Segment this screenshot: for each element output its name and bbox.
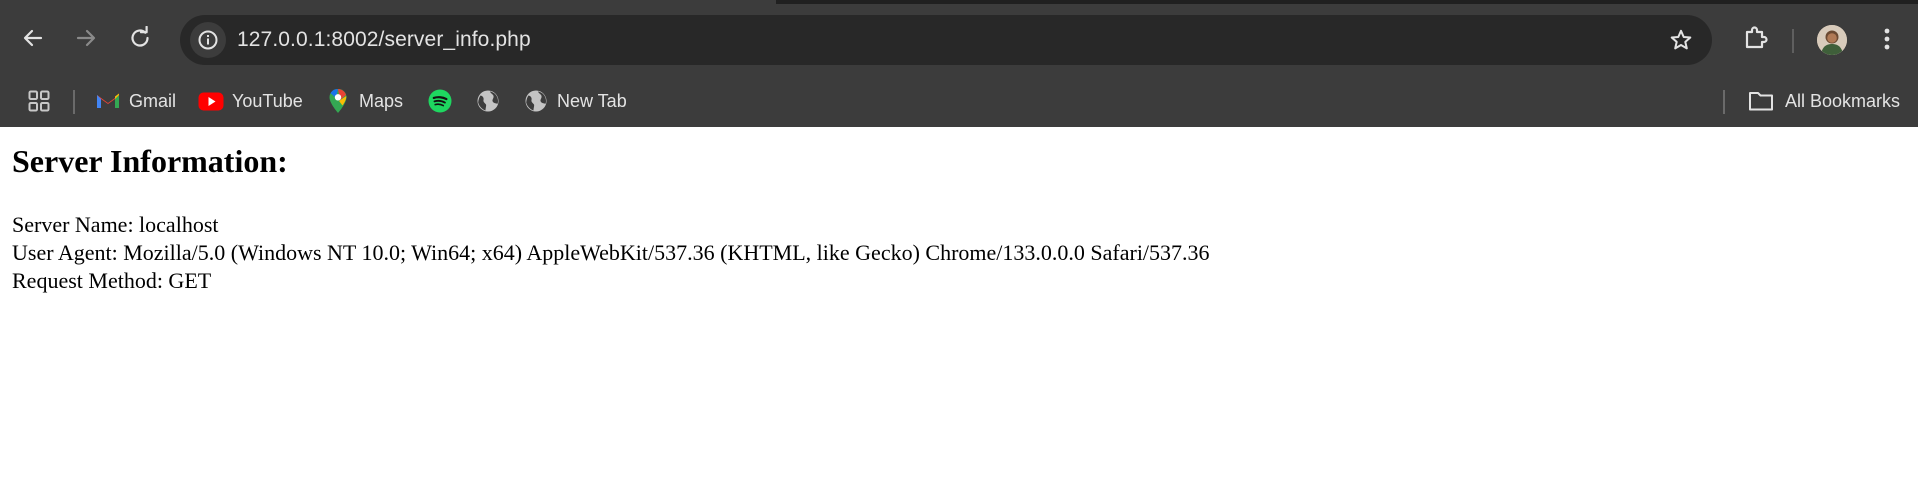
page-content: Server Information: Server Name: localho… — [0, 127, 1918, 498]
info-icon — [198, 30, 218, 50]
more-vert-icon — [1884, 28, 1890, 50]
page-title: Server Information: — [12, 143, 288, 179]
youtube-icon — [198, 88, 224, 114]
profile-avatar[interactable] — [1817, 25, 1847, 55]
bookmarks-divider — [1723, 90, 1725, 114]
bookmarks-bar: Gmail YouTube Maps New Tab All Bookmarks — [0, 76, 1918, 127]
url-text[interactable]: 127.0.0.1:8002/server_info.php — [237, 28, 531, 52]
toolbar-divider — [1792, 29, 1794, 53]
request-method-line: Request Method: GET — [12, 268, 212, 293]
star-icon — [1670, 29, 1692, 50]
folder-icon — [1747, 88, 1775, 114]
back-button[interactable] — [11, 16, 55, 60]
browser-chrome: 127.0.0.1:8002/server_info.php Gmail You… — [0, 0, 1918, 127]
address-bar[interactable]: 127.0.0.1:8002/server_info.php — [180, 15, 1712, 65]
reload-icon — [131, 26, 149, 47]
apps-grid-icon — [28, 90, 50, 112]
bookmark-label: YouTube — [232, 90, 303, 111]
arrow-right-icon — [76, 29, 96, 47]
reload-button[interactable] — [118, 16, 162, 60]
maps-icon — [325, 88, 351, 114]
avatar-icon — [1817, 25, 1847, 55]
toolbar: 127.0.0.1:8002/server_info.php — [0, 4, 1918, 76]
puzzle-icon — [1745, 26, 1768, 49]
arrow-left-icon — [23, 29, 43, 47]
spotify-icon — [427, 88, 453, 114]
bookmark-globe[interactable] — [475, 86, 501, 116]
bookmarks-divider — [73, 90, 75, 114]
globe-icon — [475, 88, 501, 114]
bookmark-label: New Tab — [557, 90, 627, 111]
bookmark-star-button[interactable] — [1668, 27, 1694, 53]
bookmark-label: Maps — [359, 90, 404, 111]
forward-button[interactable] — [64, 16, 108, 60]
bookmark-label: Gmail — [129, 90, 177, 111]
bookmark-gmail[interactable]: Gmail — [95, 86, 176, 116]
user-agent-line: User Agent: Mozilla/5.0 (Windows NT 10.0… — [12, 240, 1210, 265]
bookmark-new-tab[interactable]: New Tab — [523, 86, 627, 116]
bookmark-maps[interactable]: Maps — [325, 86, 403, 116]
all-bookmarks-button[interactable]: All Bookmarks — [1747, 86, 1900, 116]
site-info-button[interactable] — [190, 22, 226, 58]
gmail-icon — [95, 88, 121, 114]
bookmark-youtube[interactable]: YouTube — [198, 86, 303, 116]
menu-button[interactable] — [1872, 19, 1902, 59]
apps-button[interactable] — [26, 88, 52, 114]
all-bookmarks-label: All Bookmarks — [1785, 90, 1901, 111]
globe-icon — [523, 88, 549, 114]
server-name-line: Server Name: localhost — [12, 212, 219, 237]
extensions-button[interactable] — [1737, 19, 1773, 55]
bookmark-spotify[interactable] — [427, 86, 453, 116]
